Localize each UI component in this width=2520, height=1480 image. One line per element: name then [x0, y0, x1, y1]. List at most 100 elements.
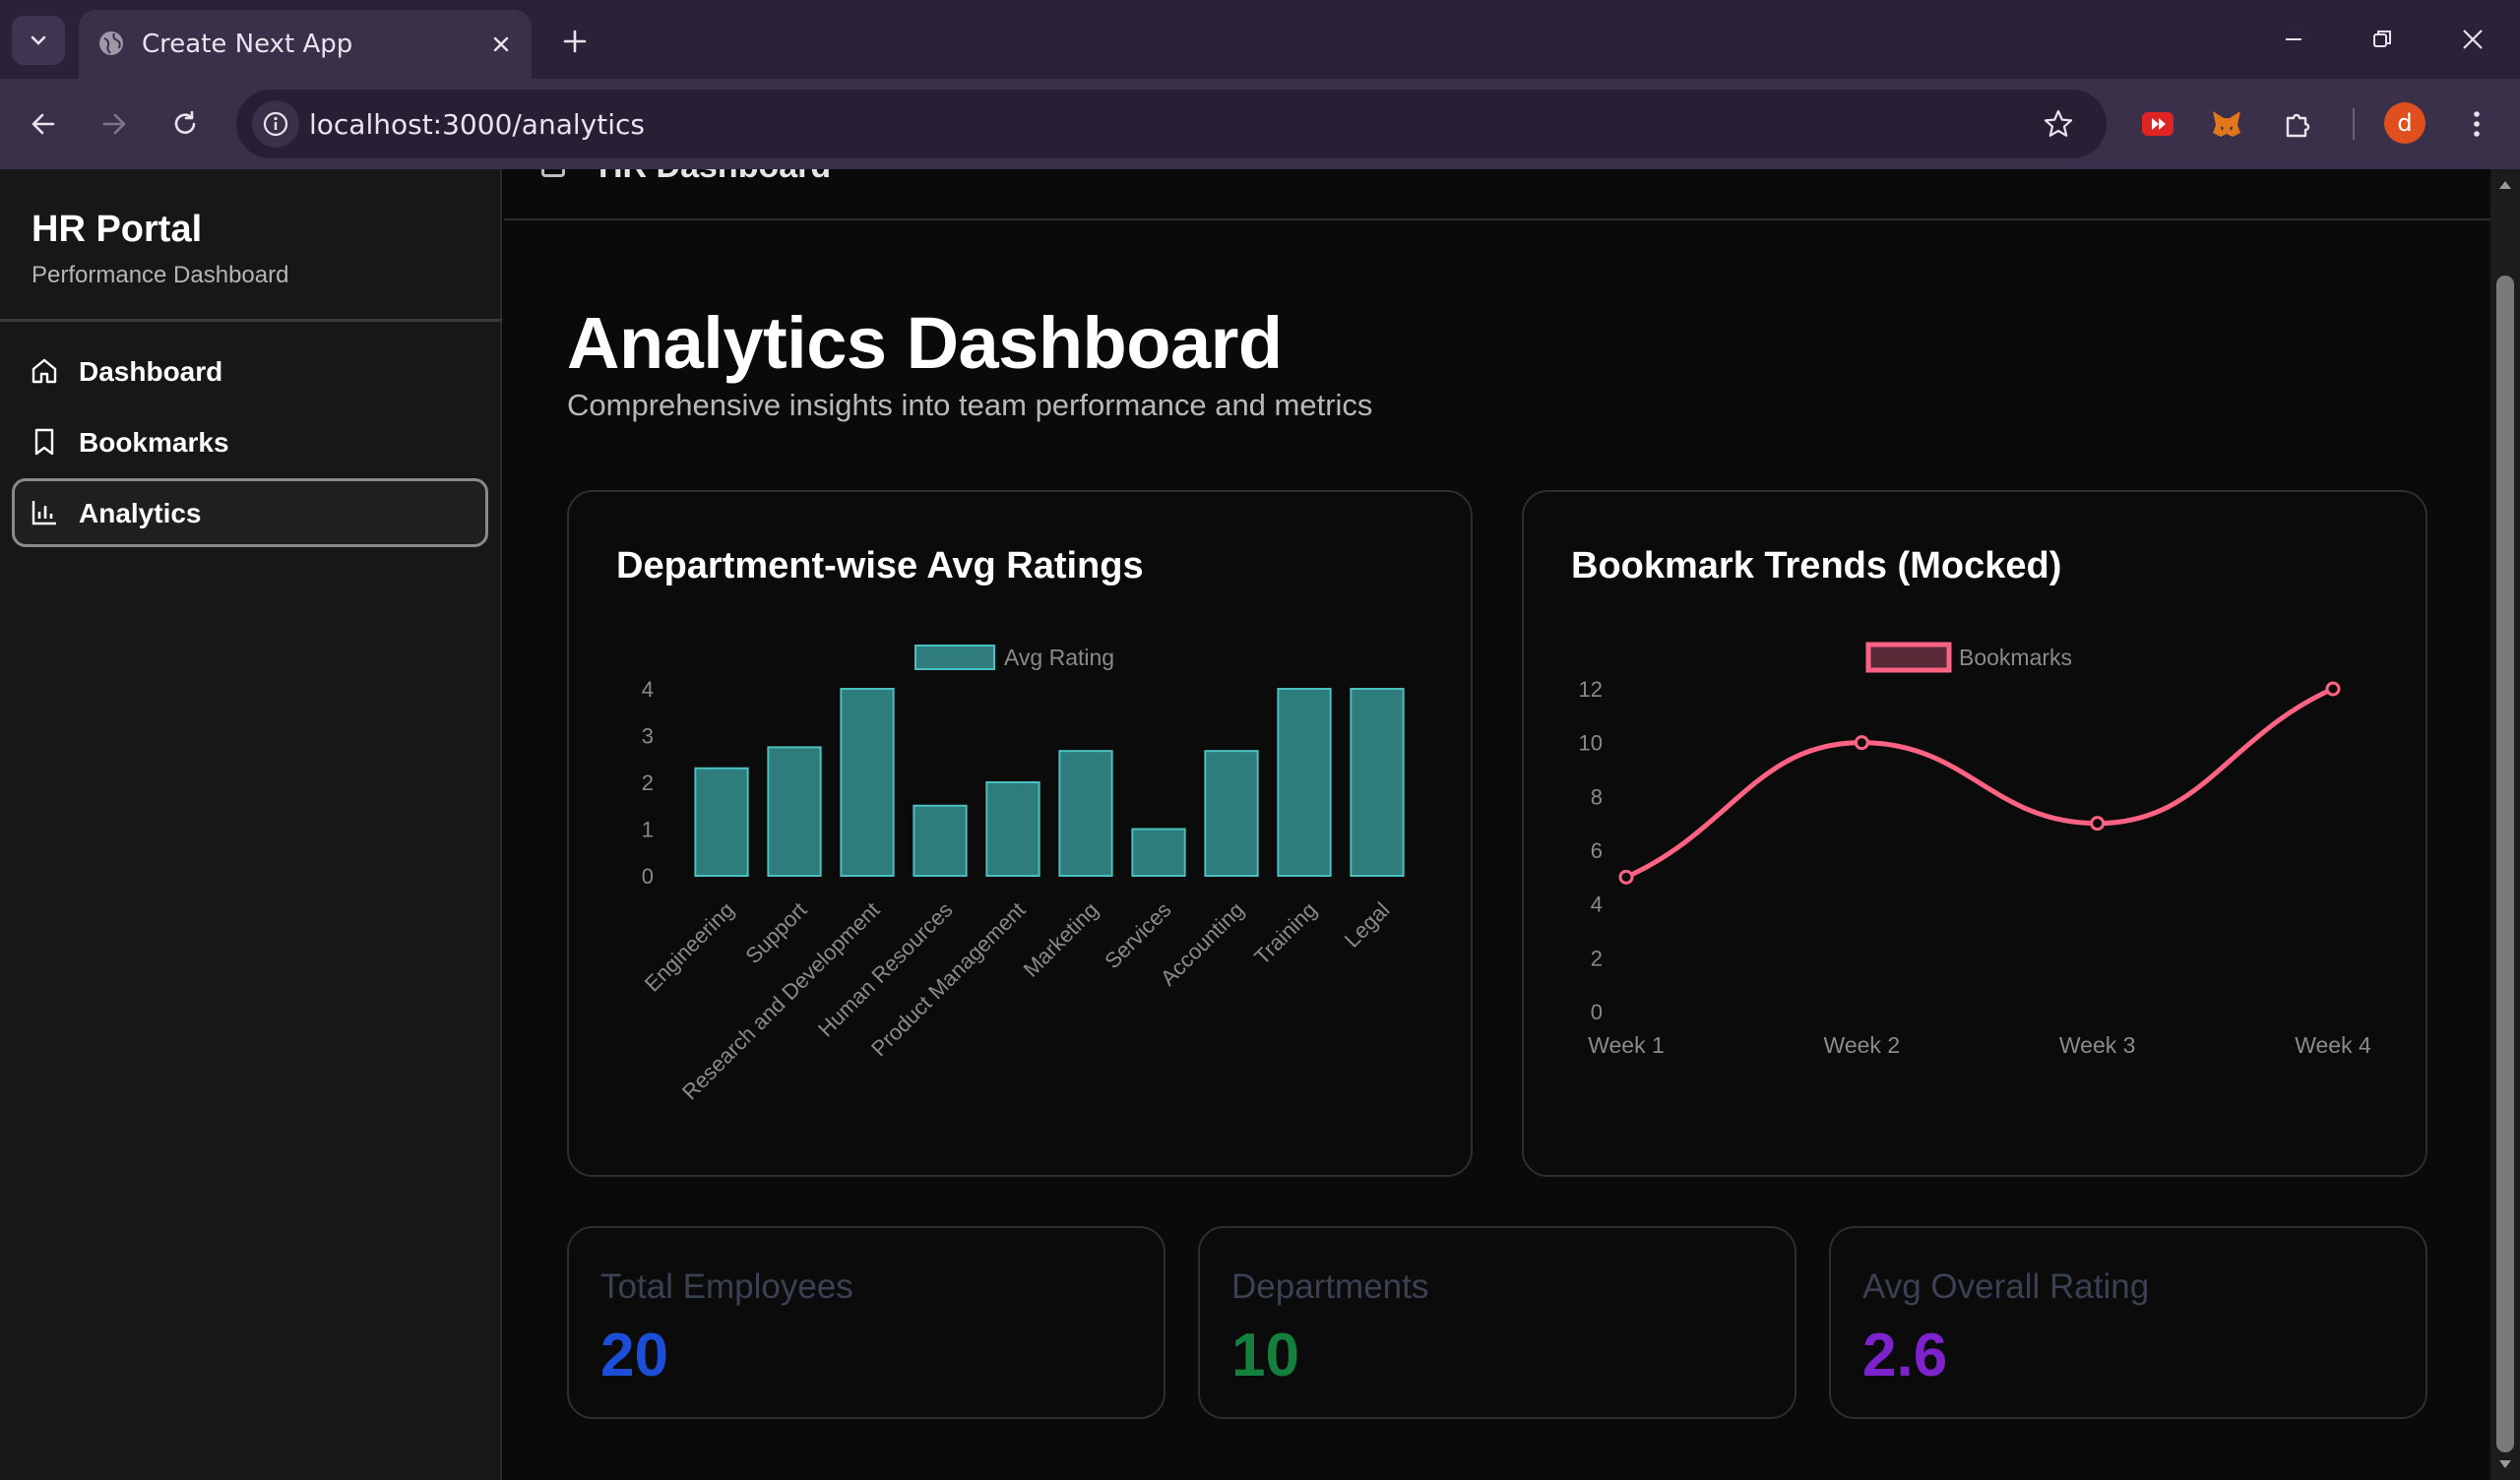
- bookmark-icon: [34, 428, 54, 456]
- sidebar-item-analytics[interactable]: Analytics: [12, 478, 488, 547]
- y-tick-label: 8: [1591, 784, 1603, 809]
- home-icon: [32, 358, 57, 384]
- stat-card-avg-rating: Avg Overall Rating 2.6: [1829, 1226, 2427, 1419]
- y-tick-label: 0: [642, 864, 654, 889]
- star-icon: [2044, 109, 2073, 137]
- extensions-button[interactable]: [2274, 100, 2321, 148]
- header-title: HR Dashboard: [598, 169, 831, 186]
- puzzle-icon: [2286, 113, 2310, 138]
- arrow-left-icon: [32, 113, 55, 135]
- stat-label: Departments: [1231, 1267, 1429, 1306]
- y-tick-label: 2: [1591, 946, 1603, 970]
- x-tick-label: Week 4: [2295, 1032, 2371, 1058]
- minimize-button[interactable]: [2264, 14, 2323, 65]
- sidebar-item-dashboard[interactable]: Dashboard: [12, 337, 488, 405]
- close-icon: [493, 36, 509, 52]
- legend-label: Avg Rating: [1004, 645, 1114, 670]
- ratings-chart-card: Department-wise Avg Ratings Avg Rating 0 1…: [567, 490, 1473, 1177]
- x-tick-label: Marketing: [1019, 897, 1103, 982]
- sidebar-item-label: Bookmarks: [79, 427, 229, 458]
- reload-icon: [174, 110, 196, 134]
- x-tick-label: Human Resources: [813, 897, 958, 1042]
- bar: [694, 767, 749, 877]
- chevron-down-icon: [31, 35, 46, 45]
- stat-value: 20: [600, 1322, 668, 1389]
- plus-icon: [563, 30, 587, 53]
- brand-subtitle: Performance Dashboard: [32, 262, 289, 288]
- series-line: [1624, 686, 2335, 880]
- scroll-down-icon[interactable]: [2497, 1456, 2513, 1472]
- bar: [1131, 828, 1186, 877]
- profile-avatar[interactable]: d: [2384, 102, 2426, 144]
- y-tick-label: 6: [1591, 838, 1603, 863]
- browser-menu-button[interactable]: [2453, 100, 2500, 148]
- x-tick-label: Engineering: [640, 897, 739, 997]
- stat-card-departments: Departments 10: [1198, 1226, 1796, 1419]
- x-tick-label: Services: [1100, 897, 1175, 973]
- y-tick-label: 12: [1579, 677, 1603, 702]
- stat-value: 2.6: [1862, 1322, 1948, 1389]
- y-tick-label: 4: [1591, 893, 1603, 917]
- sidebar: HR Portal Performance Dashboard Dashboar…: [0, 169, 502, 1480]
- video-extension-icon: [2142, 112, 2174, 136]
- main-content: HR Dashboard Analytics Dashboard Compreh…: [504, 169, 2490, 1480]
- info-icon: [263, 111, 288, 137]
- reload-button[interactable]: [161, 100, 209, 148]
- forward-button[interactable]: [91, 100, 138, 148]
- bar: [913, 804, 968, 877]
- brand-title: HR Portal: [32, 209, 203, 250]
- browser-tab-bar: Create Next App: [0, 0, 2520, 79]
- site-info-button[interactable]: [252, 100, 299, 148]
- bar: [1277, 688, 1332, 877]
- data-point: [1854, 735, 1869, 751]
- menu-icon[interactable]: [541, 169, 565, 177]
- tab-title: Create Next App: [142, 30, 353, 59]
- scroll-thumb[interactable]: [2496, 276, 2514, 1452]
- bookmark-trends-line-chart: Bookmarks 0 2 4 6 8 10 12 Week 1 Week 2 Week 3 Week…: [1579, 642, 2371, 1058]
- x-tick-label: Support: [740, 897, 811, 968]
- x-tick-label: Training: [1249, 897, 1321, 969]
- bar: [1204, 750, 1259, 877]
- close-tab-button[interactable]: [486, 30, 516, 59]
- y-tick-label: 2: [642, 771, 654, 795]
- bar: [1350, 688, 1405, 877]
- bar: [985, 781, 1040, 877]
- stat-label: Avg Overall Rating: [1862, 1267, 2150, 1306]
- close-icon: [2463, 30, 2483, 49]
- legend-swatch: [914, 645, 995, 670]
- scroll-up-icon[interactable]: [2497, 177, 2513, 193]
- fox-icon: [2213, 111, 2240, 137]
- y-tick-label: 1: [642, 818, 654, 842]
- data-point: [2325, 681, 2341, 697]
- url-text[interactable]: localhost:3000/analytics: [309, 108, 645, 141]
- ratings-bar-chart: Avg Rating01234Engineering SupportResearc…: [640, 645, 1405, 1104]
- back-button[interactable]: [20, 100, 67, 148]
- bar-chart-icon: [32, 501, 56, 525]
- address-bar[interactable]: localhost:3000/analytics: [236, 90, 2107, 158]
- y-tick-label: 0: [1591, 1000, 1603, 1024]
- restore-button[interactable]: [2353, 14, 2412, 65]
- extension-metamask-button[interactable]: [2203, 100, 2250, 148]
- top-header: HR Dashboard: [504, 169, 2490, 220]
- minimize-icon: [2286, 38, 2301, 40]
- bookmark-star-button[interactable]: [2038, 103, 2079, 145]
- x-tick-label: Legal: [1340, 897, 1395, 953]
- close-window-button[interactable]: [2443, 14, 2502, 65]
- tab-search-button[interactable]: [12, 16, 65, 65]
- browser-tab[interactable]: Create Next App: [79, 10, 532, 79]
- sidebar-item-bookmarks[interactable]: Bookmarks: [12, 407, 488, 476]
- x-tick-label: Week 1: [1588, 1032, 1665, 1058]
- sidebar-item-label: Dashboard: [79, 356, 223, 387]
- x-tick-label: Week 2: [1824, 1032, 1901, 1058]
- extension-youtube-button[interactable]: [2134, 100, 2181, 148]
- bar: [840, 688, 895, 877]
- bar: [767, 746, 822, 877]
- data-point: [1618, 869, 1634, 885]
- page-scrollbar[interactable]: [2490, 169, 2520, 1480]
- bar: [1058, 750, 1113, 877]
- legend-swatch: [1865, 642, 1952, 673]
- stat-label: Total Employees: [600, 1267, 853, 1306]
- new-tab-button[interactable]: [553, 20, 597, 63]
- y-tick-label: 4: [642, 677, 654, 702]
- browser-toolbar: localhost:3000/analytics: [0, 79, 2520, 169]
